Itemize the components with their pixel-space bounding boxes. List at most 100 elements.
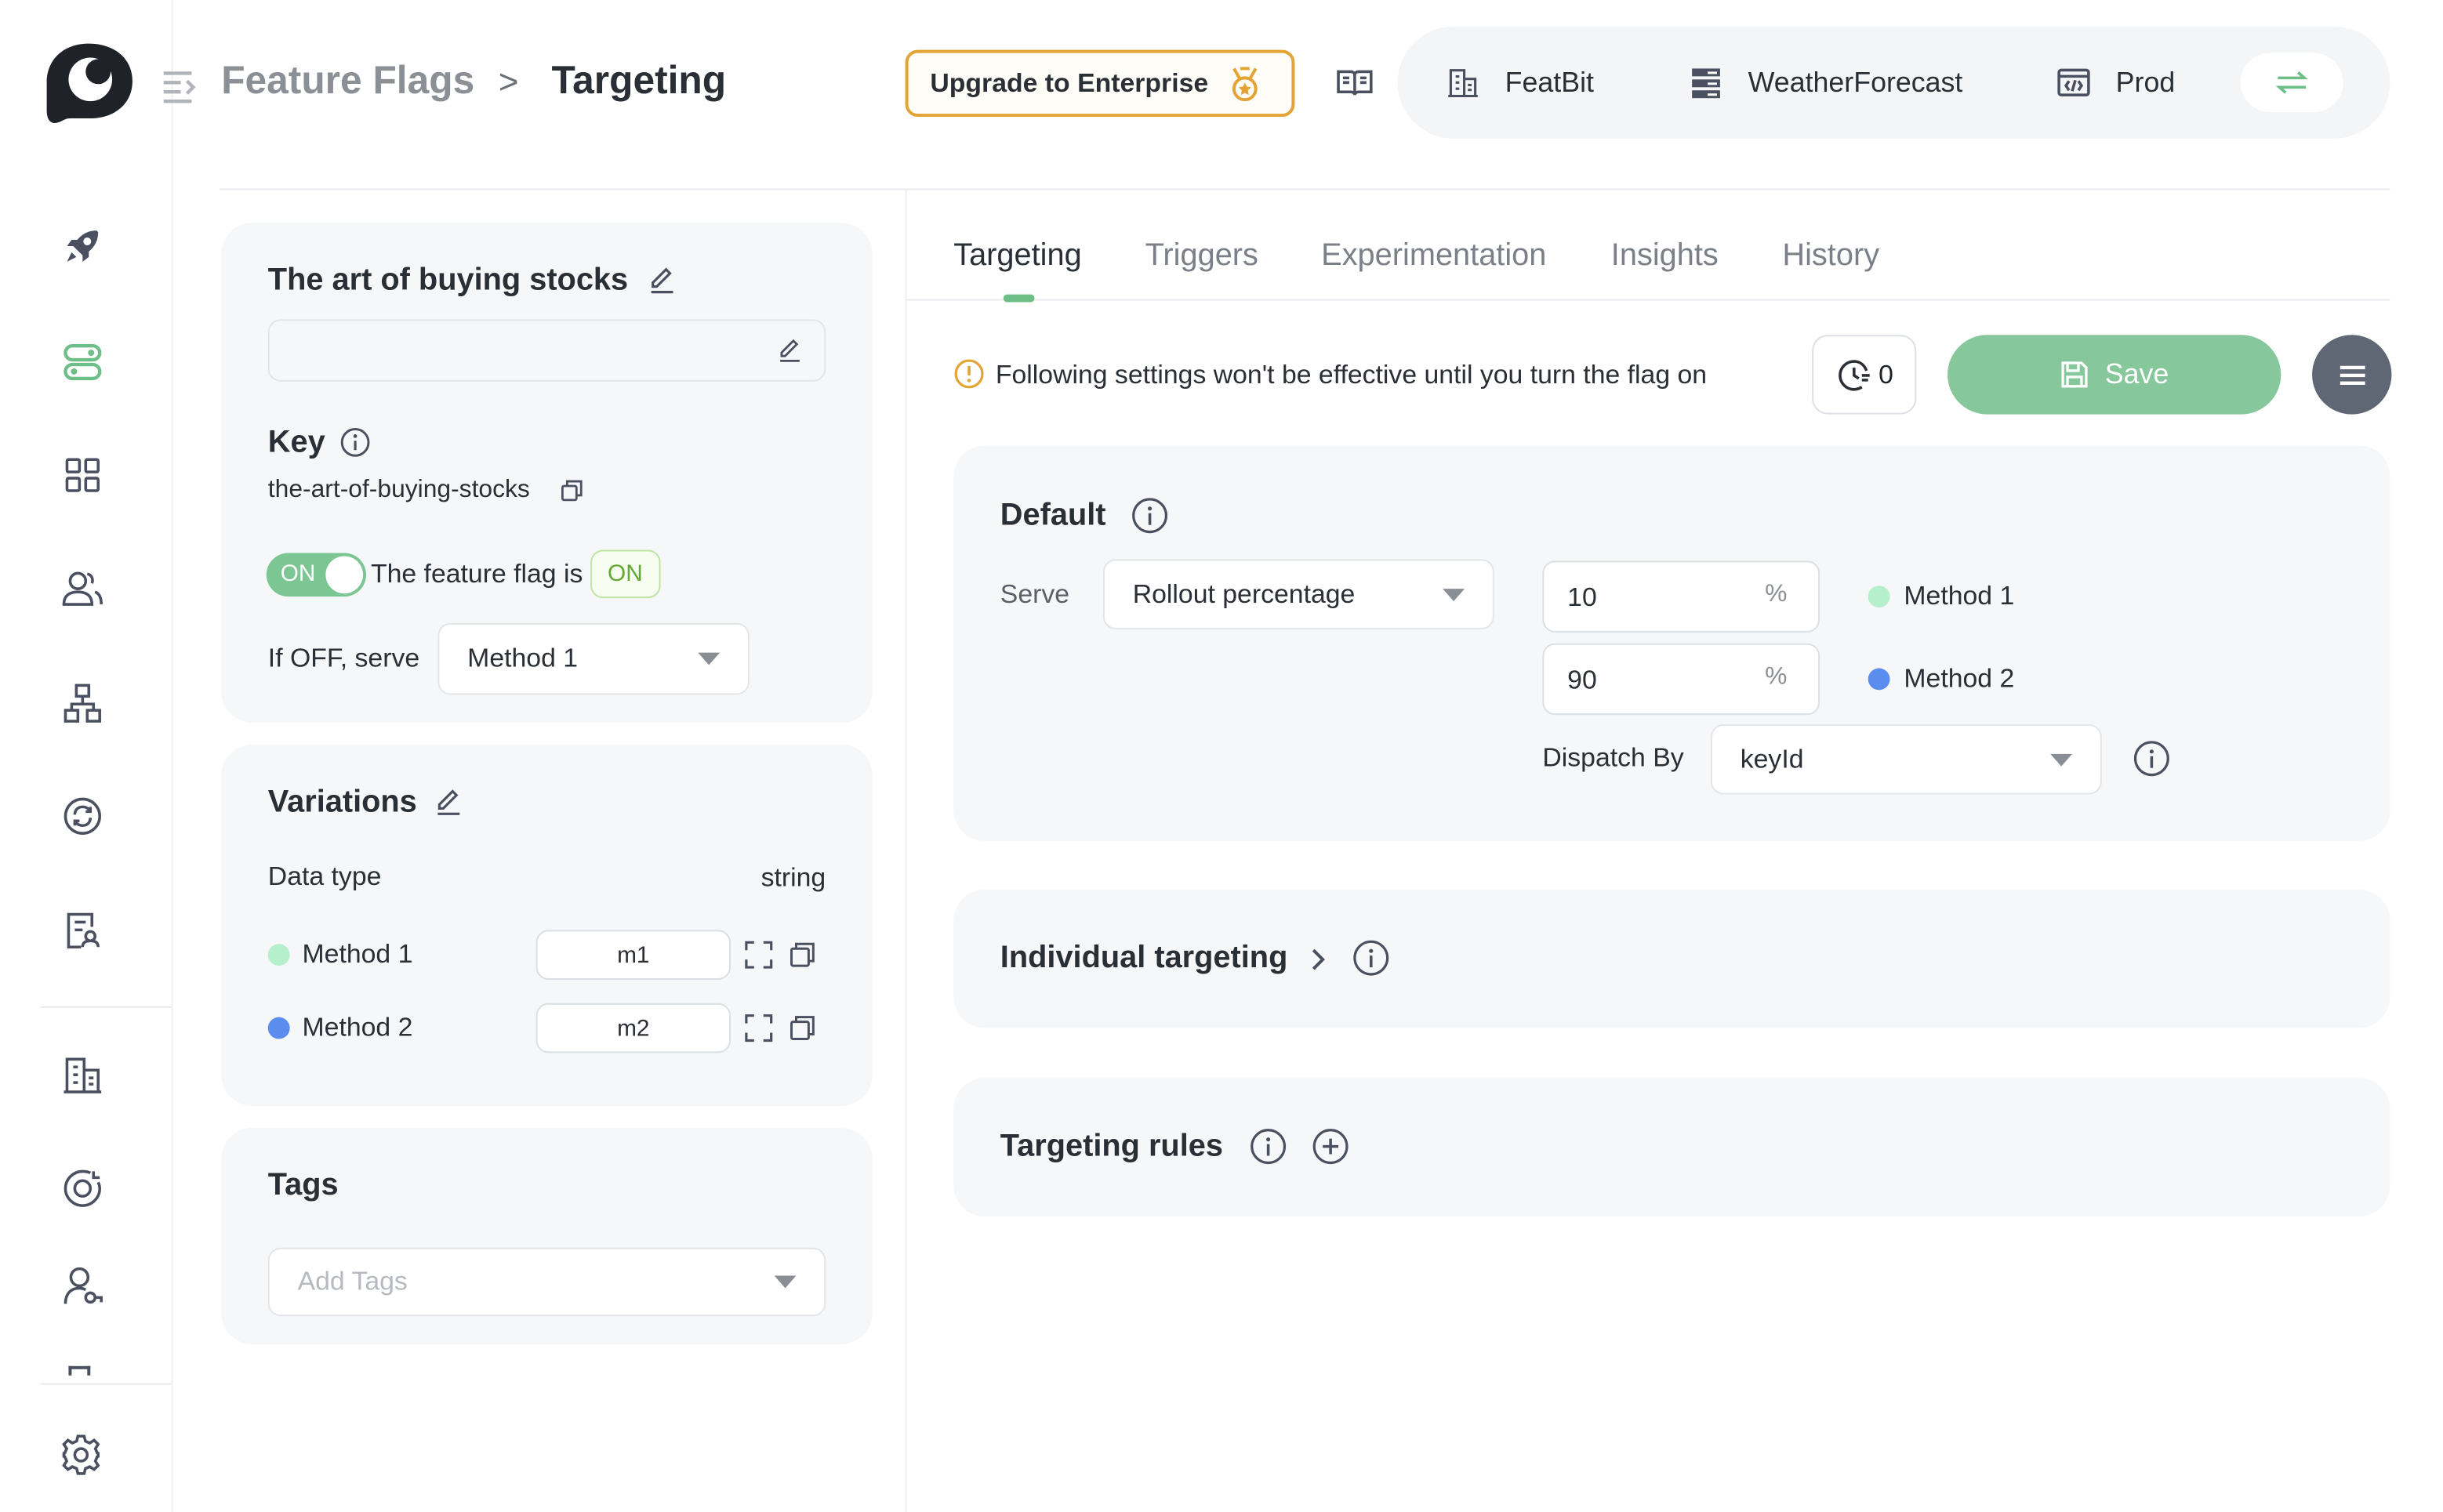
chevron-down-icon	[2050, 752, 2073, 766]
hierarchy-icon[interactable]	[56, 676, 110, 729]
flag-info-card: The art of buying stocks Key the-art-of-…	[221, 223, 873, 723]
variation-value-input[interactable]: m1	[535, 930, 731, 980]
settings-icon[interactable]	[55, 1427, 108, 1480]
flag-status-text: The feature flag is	[370, 559, 583, 589]
variation-name: Method 2	[302, 1012, 413, 1042]
upgrade-button[interactable]: Upgrade to Enterprise	[905, 49, 1295, 118]
project-icon	[1689, 65, 1748, 100]
variation-color-dot	[1868, 586, 1890, 608]
chevron-down-icon	[1443, 588, 1465, 601]
medal-icon	[1227, 64, 1261, 102]
save-label: Save	[2104, 358, 2169, 390]
sidebar-more-indicator	[68, 1365, 91, 1376]
default-rule-card: Default Serve Rollout percentage 10 % Me…	[953, 445, 2390, 842]
organization-icon	[1446, 65, 1505, 100]
percent-sign: %	[1765, 663, 1788, 691]
save-button[interactable]: Save	[1948, 335, 2281, 415]
toggle-label: ON	[280, 560, 316, 588]
clock-icon	[1835, 356, 1873, 393]
default-info-icon[interactable]	[1131, 497, 1169, 535]
environment-name: Prod	[2115, 66, 2176, 98]
copy-key-icon[interactable]	[559, 478, 584, 503]
off-serve-value: Method 1	[467, 643, 579, 673]
user-key-icon[interactable]	[56, 1260, 110, 1314]
tags-placeholder: Add Tags	[297, 1266, 408, 1296]
add-rule-icon[interactable]	[1312, 1128, 1349, 1166]
refresh-icon[interactable]	[56, 790, 110, 843]
copy-icon[interactable]	[789, 1014, 817, 1042]
flag-status-toggle[interactable]: ON	[266, 553, 367, 597]
serve-value: Rollout percentage	[1132, 578, 1356, 609]
environment-selector[interactable]: Prod	[2056, 27, 2175, 139]
project-selector[interactable]: WeatherForecast	[1689, 27, 1962, 139]
settings-notice: Following settings won't be effective un…	[995, 360, 1708, 390]
tags-card: Tags Add Tags	[221, 1127, 873, 1344]
project-name: WeatherForecast	[1748, 66, 1963, 98]
more-menu-button[interactable]	[2312, 335, 2392, 415]
header-divider	[220, 188, 2390, 190]
flag-key: the-art-of-buying-stocks	[267, 477, 530, 503]
serve-select[interactable]: Rollout percentage	[1102, 559, 1494, 629]
description-input[interactable]	[267, 319, 826, 382]
dispatch-by-value: keyId	[1740, 743, 1804, 774]
individual-info-icon[interactable]	[1352, 939, 1390, 977]
percent-sign: %	[1765, 581, 1788, 608]
save-icon	[2060, 360, 2089, 390]
featbit-logo[interactable]	[42, 41, 136, 125]
tab-triggers[interactable]: Triggers	[1145, 238, 1258, 274]
swap-icon	[2274, 70, 2309, 95]
variations-title: Variations	[267, 785, 417, 820]
expand-icon[interactable]	[743, 1013, 775, 1044]
chevron-down-icon	[698, 652, 721, 665]
report-icon[interactable]	[56, 904, 110, 957]
rules-info-icon[interactable]	[1250, 1128, 1287, 1166]
rollout-percent-value: 10	[1567, 582, 1597, 612]
history-count: 0	[1879, 359, 1893, 389]
variation-color-dot	[1868, 668, 1890, 691]
tab-history[interactable]: History	[1782, 238, 1879, 274]
rollout-percent-input[interactable]: 90 %	[1542, 643, 1820, 716]
tab-targeting[interactable]: Targeting	[953, 238, 1082, 274]
building-icon[interactable]	[56, 1048, 110, 1101]
rollout-percent-input[interactable]: 10 %	[1542, 560, 1820, 633]
variation-name: Method 1	[302, 939, 413, 970]
context-switcher: FeatBit WeatherForecast Prod	[1397, 26, 2390, 139]
collapse-menu-icon[interactable]	[161, 68, 201, 106]
organization-selector[interactable]: FeatBit	[1446, 27, 1594, 139]
users-icon[interactable]	[56, 562, 110, 615]
chevron-down-icon	[774, 1275, 797, 1289]
target-icon[interactable]	[56, 1162, 110, 1215]
toggle-icon[interactable]	[56, 335, 110, 388]
off-serve-label: If OFF, serve	[267, 643, 420, 673]
edit-variations-icon[interactable]	[434, 789, 463, 817]
tags-select[interactable]: Add Tags	[267, 1247, 826, 1317]
rollout-variation-name: Method 2	[1904, 663, 2015, 694]
individual-targeting-card[interactable]: Individual targeting	[953, 889, 2390, 1028]
rocket-icon[interactable]	[56, 219, 110, 273]
key-label: Key	[267, 425, 325, 460]
breadcrumb-feature-flags[interactable]: Feature Flags	[221, 60, 474, 105]
panel-divider	[905, 190, 907, 1512]
variation-color-dot	[267, 944, 290, 966]
dispatch-info-icon[interactable]	[2133, 740, 2171, 778]
variation-value-input[interactable]: m2	[535, 1003, 731, 1053]
copy-icon[interactable]	[789, 941, 817, 969]
tab-experimentation[interactable]: Experimentation	[1321, 238, 1546, 274]
edit-name-icon[interactable]	[648, 267, 677, 295]
toggle-knob	[325, 556, 364, 594]
dispatch-by-select[interactable]: keyId	[1710, 724, 2102, 795]
docs-icon[interactable]	[1335, 67, 1374, 98]
default-title: Default	[1000, 498, 1106, 533]
warning-icon	[953, 358, 985, 390]
edit-description-icon[interactable]	[778, 338, 803, 363]
off-serve-select[interactable]: Method 1	[437, 622, 750, 695]
expand-icon[interactable]	[743, 939, 775, 970]
key-info-icon[interactable]	[339, 427, 371, 459]
tab-insights[interactable]: Insights	[1611, 238, 1719, 274]
chevron-right-icon[interactable]	[1307, 945, 1329, 974]
switch-context-button[interactable]	[2240, 53, 2343, 113]
sidebar-divider	[40, 1006, 172, 1008]
history-button[interactable]: 0	[1812, 335, 1917, 415]
grid-icon[interactable]	[56, 448, 110, 502]
menu-icon	[2338, 364, 2366, 386]
